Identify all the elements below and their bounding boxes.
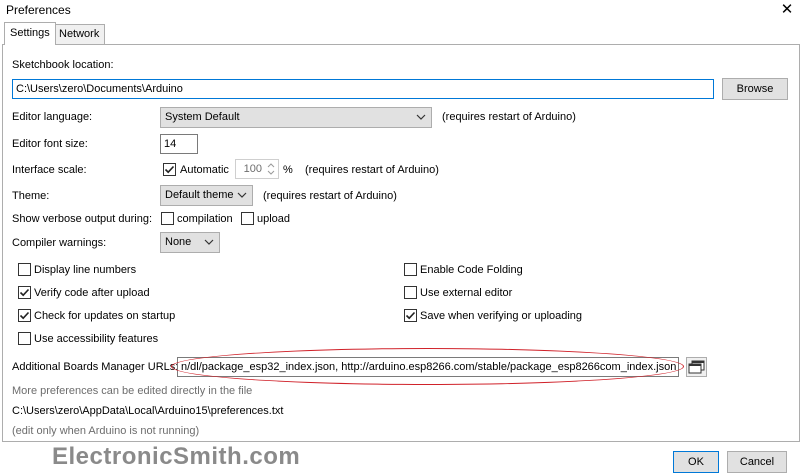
scale-value: 100 — [243, 163, 262, 175]
ok-button[interactable]: OK — [673, 451, 719, 473]
external-editor-checkbox[interactable] — [404, 286, 417, 299]
theme-label: Theme: — [12, 190, 50, 202]
verify-after-upload-label: Verify code after upload — [34, 287, 150, 299]
tab-network[interactable]: Network — [53, 24, 106, 44]
more-prefs-note: More preferences can be edited directly … — [12, 385, 253, 397]
compilation-checkbox[interactable] — [161, 212, 174, 225]
save-when-verifying-checkbox[interactable] — [404, 309, 417, 322]
checkmark-icon — [19, 288, 30, 297]
interface-scale-note: (requires restart of Arduino) — [305, 164, 439, 176]
close-icon[interactable]: ✕ — [778, 1, 796, 19]
automatic-checkbox[interactable] — [163, 163, 176, 176]
theme-value: Default theme — [165, 189, 234, 201]
chevron-down-icon — [237, 192, 247, 198]
check-updates-checkbox[interactable] — [18, 309, 31, 322]
editor-language-label: Editor language: — [12, 111, 93, 123]
display-line-numbers-label: Display line numbers — [34, 264, 137, 276]
browse-button[interactable]: Browse — [722, 78, 788, 100]
editor-language-select[interactable]: System Default — [160, 107, 432, 128]
checkmark-icon — [164, 165, 175, 174]
automatic-label: Automatic — [180, 164, 229, 176]
scale-spinner[interactable]: 100 — [235, 159, 279, 179]
edit-note: (edit only when Arduino is not running) — [12, 425, 200, 437]
upload-checkbox[interactable] — [241, 212, 254, 225]
compilation-label: compilation — [177, 213, 233, 225]
spinner-arrows-icon[interactable] — [265, 161, 277, 177]
title-bar: Preferences ✕ — [0, 0, 802, 22]
scale-unit: % — [283, 164, 293, 176]
boards-urls-label: Additional Boards Manager URLs: — [12, 361, 179, 373]
theme-select[interactable]: Default theme — [160, 185, 253, 206]
highlight-oval — [171, 348, 684, 385]
compiler-warnings-label: Compiler warnings: — [12, 237, 107, 249]
edit-urls-button[interactable] — [686, 357, 707, 377]
check-updates-label: Check for updates on startup — [34, 310, 176, 322]
chevron-down-icon — [416, 114, 426, 120]
sketchbook-label: Sketchbook location: — [12, 59, 114, 71]
save-when-verifying-label: Save when verifying or uploading — [420, 310, 583, 322]
font-size-input[interactable]: 14 — [160, 134, 198, 154]
verify-after-upload-checkbox[interactable] — [18, 286, 31, 299]
theme-note: (requires restart of Arduino) — [263, 190, 397, 202]
compiler-warnings-value: None — [165, 236, 192, 248]
editor-language-value: System Default — [165, 111, 240, 123]
chevron-down-icon — [204, 239, 214, 245]
verbose-label: Show verbose output during: — [12, 213, 153, 225]
interface-scale-label: Interface scale: — [12, 164, 87, 176]
window-list-icon — [688, 360, 705, 374]
accessibility-checkbox[interactable] — [18, 332, 31, 345]
font-size-label: Editor font size: — [12, 138, 88, 150]
compiler-warnings-select[interactable]: None — [160, 232, 220, 253]
checkmark-icon — [405, 311, 416, 320]
code-folding-checkbox[interactable] — [404, 263, 417, 276]
cancel-button[interactable]: Cancel — [727, 451, 787, 473]
editor-language-note: (requires restart of Arduino) — [442, 111, 576, 123]
upload-label: upload — [257, 213, 291, 225]
sketchbook-input[interactable]: C:\Users\zero\Documents\Arduino — [12, 79, 714, 99]
window-title: Preferences — [6, 3, 71, 17]
display-line-numbers-checkbox[interactable] — [18, 263, 31, 276]
tab-settings[interactable]: Settings — [4, 22, 56, 45]
checkmark-icon — [19, 311, 30, 320]
accessibility-label: Use accessibility features — [34, 333, 159, 345]
prefs-path: C:\Users\zero\AppData\Local\Arduino15\pr… — [12, 405, 284, 417]
watermark-text: ElectronicSmith.com — [52, 443, 301, 470]
external-editor-label: Use external editor — [420, 287, 513, 299]
code-folding-label: Enable Code Folding — [420, 264, 523, 276]
